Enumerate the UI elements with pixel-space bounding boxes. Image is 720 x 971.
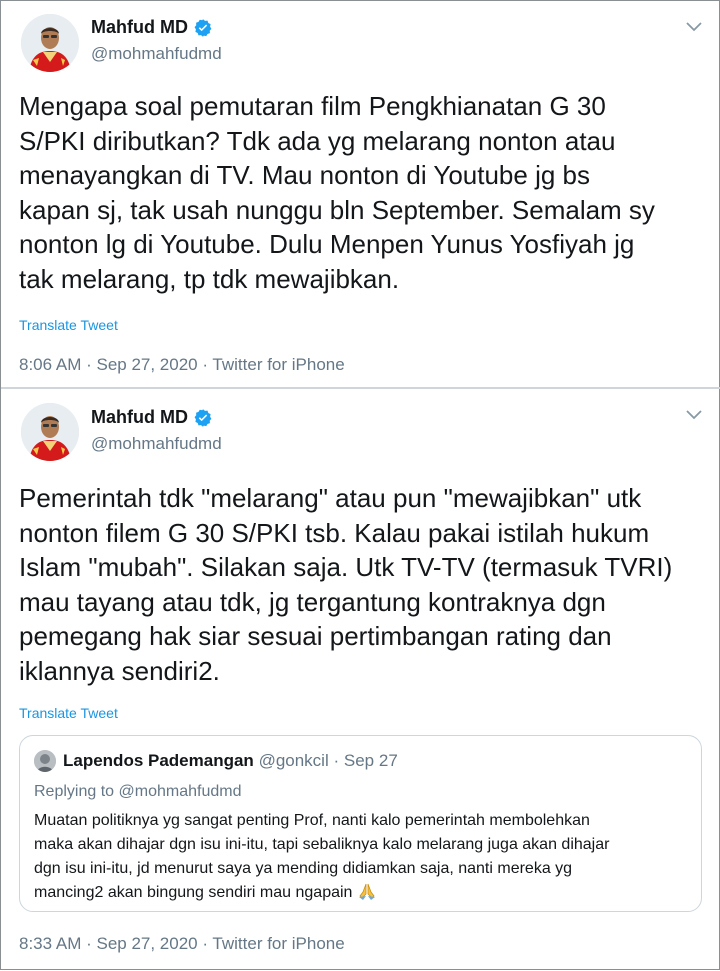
quoted-author-handle: @gonkcil	[258, 751, 329, 770]
verified-badge-icon	[194, 408, 212, 427]
author-handle[interactable]: @mohmahfudmd	[91, 434, 222, 454]
folded-hands-icon	[358, 883, 375, 900]
chevron-down-icon[interactable]	[685, 21, 703, 33]
tweet-2: Mahfud MD @mohmahfudmd Pemerintah tdk "m…	[1, 389, 720, 971]
tweet-timestamp[interactable]: 8:33 AM · Sep 27, 2020 · Twitter for iPh…	[19, 934, 345, 954]
tweet-text: Mengapa soal pemutaran film Pengkhianata…	[19, 91, 655, 294]
quoted-author-name: Lapendos Pademangan	[63, 751, 254, 770]
verified-badge-icon	[194, 18, 212, 37]
translate-tweet-link[interactable]: Translate Tweet	[19, 705, 118, 721]
quoted-date: Sep 27	[343, 751, 398, 770]
author-name[interactable]: Mahfud MD	[91, 407, 213, 428]
author-handle[interactable]: @mohmahfudmd	[91, 44, 222, 64]
quoted-text: Muatan politiknya yg sangat penting Prof…	[34, 812, 610, 901]
tweet-text: Pemerintah tdk "melarang" atau pun "mewa…	[19, 483, 673, 686]
quoted-tweet[interactable]: Lapendos Pademangan @gonkcil · Sep 27 Re…	[19, 735, 702, 912]
dot-separator: ·	[333, 751, 340, 770]
tweet-1: Mahfud MD @mohmahfudmd Mengapa soal pemu…	[1, 1, 720, 389]
quoted-avatar	[34, 750, 56, 772]
replying-to-handle: @mohmahfudmd	[118, 783, 242, 800]
avatar[interactable]	[21, 14, 79, 72]
translate-tweet-link[interactable]: Translate Tweet	[19, 317, 118, 333]
avatar[interactable]	[21, 403, 79, 461]
quoted-header: Lapendos Pademangan @gonkcil · Sep 27	[63, 751, 398, 771]
chevron-down-icon[interactable]	[685, 409, 703, 421]
author-name[interactable]: Mahfud MD	[91, 17, 213, 38]
tweet-timestamp[interactable]: 8:06 AM · Sep 27, 2020 · Twitter for iPh…	[19, 355, 345, 375]
replying-to: Replying to @mohmahfudmd	[34, 783, 242, 800]
tweet-screenshot: Mahfud MD @mohmahfudmd Mengapa soal pemu…	[0, 0, 720, 970]
